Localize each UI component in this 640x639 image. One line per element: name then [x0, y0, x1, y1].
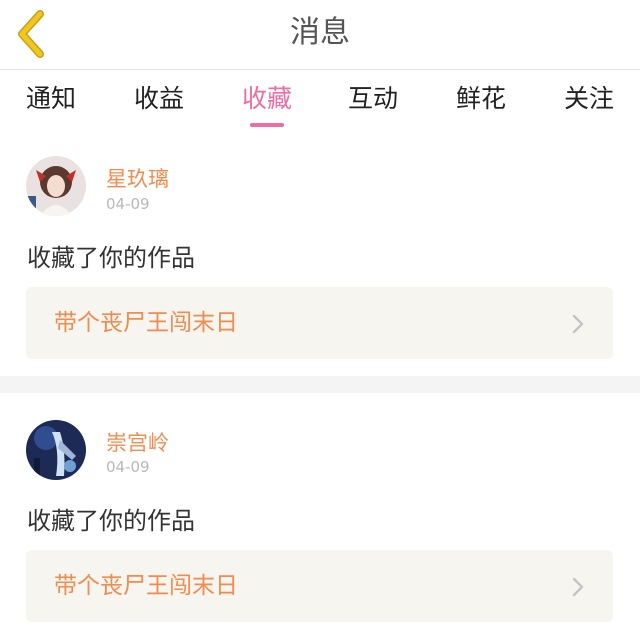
- tab-interactions[interactable]: 互动: [328, 71, 418, 131]
- avatar[interactable]: [26, 156, 86, 216]
- section-divider: [0, 376, 640, 393]
- tab-notifications[interactable]: 通知: [6, 71, 96, 131]
- notification-card: 星玖璃 04-09 收藏了你的作品 带个丧尸王闯末日: [0, 131, 640, 376]
- notification-date: 04-09: [106, 458, 150, 476]
- notification-action: 收藏了你的作品: [27, 507, 195, 535]
- work-link[interactable]: 带个丧尸王闯末日: [26, 287, 613, 359]
- tab-earnings[interactable]: 收益: [114, 71, 204, 131]
- chevron-right-icon: [572, 314, 584, 334]
- tab-flowers[interactable]: 鲜花: [436, 71, 526, 131]
- username[interactable]: 崇宫岭: [106, 427, 169, 457]
- work-title: 带个丧尸王闯末日: [54, 310, 238, 336]
- avatar-image: [26, 420, 86, 480]
- tab-favorites-label: 收藏: [241, 84, 292, 113]
- active-tab-indicator: [250, 123, 284, 127]
- notification-card: 崇宫岭 04-09 收藏了你的作品 带个丧尸王闯末日: [0, 393, 640, 639]
- tab-follows[interactable]: 关注: [544, 71, 634, 131]
- work-link[interactable]: 带个丧尸王闯末日: [26, 550, 613, 622]
- top-bar: 消息: [0, 0, 640, 70]
- avatar[interactable]: [26, 420, 86, 480]
- work-title: 带个丧尸王闯末日: [54, 573, 238, 599]
- page-title: 消息: [290, 15, 350, 50]
- chevron-right-icon: [572, 577, 584, 597]
- avatar-image: [26, 156, 86, 216]
- username[interactable]: 星玖璃: [106, 163, 169, 193]
- tab-favorites[interactable]: 收藏: [222, 71, 312, 131]
- tab-bar: 通知 收益 收藏 互动 鲜花 关注: [0, 71, 640, 131]
- notification-action: 收藏了你的作品: [27, 244, 195, 272]
- notification-date: 04-09: [106, 195, 150, 213]
